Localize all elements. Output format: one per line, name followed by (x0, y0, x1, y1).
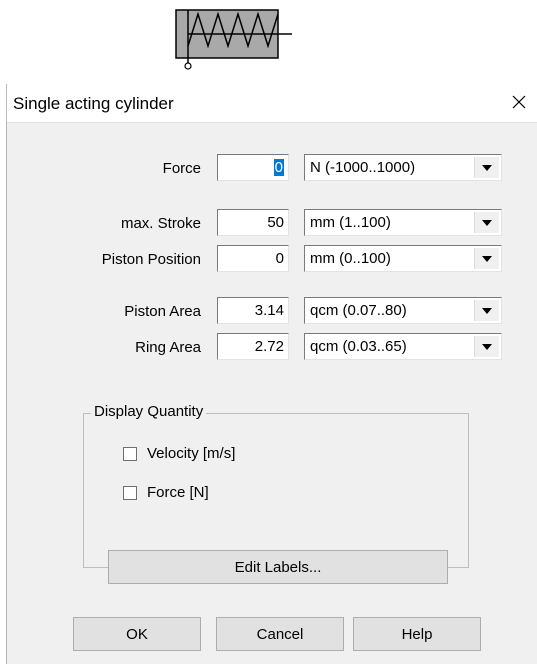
ring-area-unit-value: qcm (0.03..65) (310, 338, 407, 355)
force-value: 0 (273, 159, 284, 176)
chevron-down-icon[interactable] (474, 336, 499, 357)
max-stroke-unit-value: mm (1..100) (310, 214, 391, 231)
force-unit-value: N (-1000..1000) (310, 159, 416, 176)
close-icon (512, 95, 526, 109)
piston-area-label: Piston Area (124, 303, 201, 320)
display-quantity-title: Display Quantity (91, 403, 207, 420)
chevron-down-icon[interactable] (474, 300, 499, 321)
piston-position-input[interactable]: 0 (217, 245, 289, 272)
chevron-down-icon[interactable] (474, 212, 499, 233)
force-label: Force (162, 160, 201, 177)
ring-area-unit-select[interactable]: qcm (0.03..65) (304, 333, 502, 360)
piston-area-input[interactable]: 3.14 (217, 297, 289, 324)
cylinder-symbol-area (0, 0, 537, 72)
single-acting-cylinder-icon[interactable] (0, 0, 537, 72)
velocity-checkbox[interactable] (123, 446, 137, 461)
chevron-down-icon[interactable] (474, 248, 499, 269)
ring-area-input[interactable]: 2.72 (217, 333, 289, 360)
ring-area-label: Ring Area (135, 339, 201, 356)
piston-position-value: 0 (275, 250, 284, 267)
max-stroke-label: max. Stroke (120, 215, 201, 232)
max-stroke-unit-select[interactable]: mm (1..100) (304, 209, 502, 236)
piston-area-unit-value: qcm (0.07..80) (310, 302, 407, 319)
dialog-title: Single acting cylinder (13, 94, 174, 113)
help-button[interactable]: Help (353, 617, 481, 651)
force-checkbox[interactable] (123, 485, 137, 500)
close-button[interactable] (504, 88, 534, 116)
piston-position-unit-value: mm (0..100) (310, 250, 391, 267)
dialog-body: Force 0 N (-1000..1000) max. Stroke 50 m… (7, 123, 537, 664)
cancel-button[interactable]: Cancel (216, 617, 344, 651)
force-unit-select[interactable]: N (-1000..1000) (304, 154, 502, 181)
max-stroke-input[interactable]: 50 (217, 209, 289, 236)
ok-button[interactable]: OK (73, 617, 201, 651)
piston-position-unit-select[interactable]: mm (0..100) (304, 245, 502, 272)
edit-labels-button[interactable]: Edit Labels... (108, 550, 448, 584)
velocity-checkbox-label: Velocity [m/s] (147, 445, 236, 462)
piston-position-label: Piston Position (101, 251, 201, 268)
piston-area-unit-select[interactable]: qcm (0.07..80) (304, 297, 502, 324)
single-acting-cylinder-dialog: Single acting cylinder Force 0 N (-1000.… (6, 84, 537, 664)
velocity-checkbox-row[interactable]: Velocity [m/s] (123, 445, 235, 462)
force-checkbox-label: Force [N] (147, 484, 209, 501)
max-stroke-value: 50 (267, 214, 284, 231)
force-checkbox-row[interactable]: Force [N] (123, 484, 209, 501)
chevron-down-icon[interactable] (474, 157, 499, 178)
ring-area-value: 2.72 (254, 338, 284, 355)
piston-area-value: 3.14 (254, 302, 284, 319)
force-input[interactable]: 0 (217, 154, 289, 181)
title-bar: Single acting cylinder (7, 84, 537, 123)
